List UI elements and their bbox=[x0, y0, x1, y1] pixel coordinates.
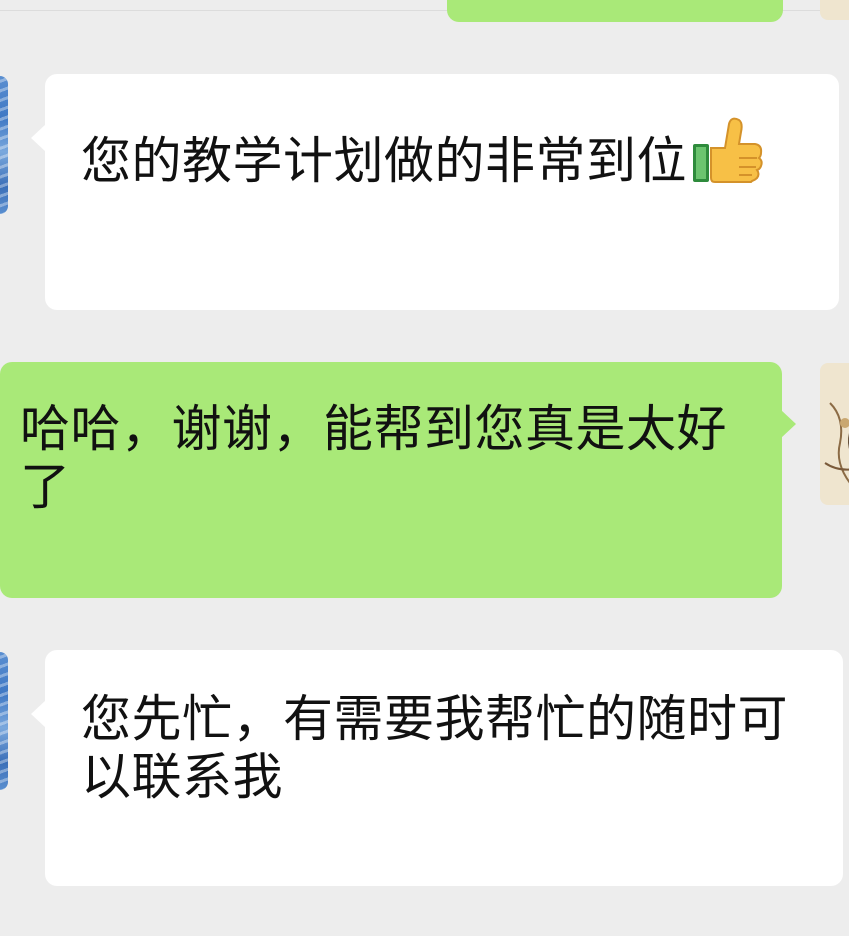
sketch-avatar-image bbox=[824, 402, 849, 484]
my-avatar-partial[interactable] bbox=[820, 0, 849, 20]
outgoing-message-bubble[interactable]: 哈哈，谢谢，能帮到您真是太好了 bbox=[0, 362, 796, 598]
thumbs-up-icon bbox=[693, 117, 763, 183]
contact-avatar[interactable] bbox=[0, 652, 8, 790]
previous-outgoing-bubble[interactable] bbox=[447, 0, 783, 22]
message-text: 您的教学计划做的非常到位 bbox=[81, 114, 819, 190]
message-text: 哈哈，谢谢，能帮到您真是太好了 bbox=[20, 400, 727, 516]
chat-message-list[interactable]: 您的教学计划做的非常到位 哈哈，谢谢，能帮到您真是太好了 您先忙，有需要我帮忙的… bbox=[0, 0, 849, 936]
my-avatar[interactable] bbox=[820, 363, 849, 505]
incoming-message-bubble[interactable]: 您先忙，有需要我帮忙的随时可以联系我 bbox=[31, 650, 843, 886]
message-text: 您先忙，有需要我帮忙的随时可以联系我 bbox=[81, 690, 788, 806]
contact-avatar[interactable] bbox=[0, 76, 8, 214]
incoming-message-bubble[interactable]: 您的教学计划做的非常到位 bbox=[31, 74, 839, 310]
